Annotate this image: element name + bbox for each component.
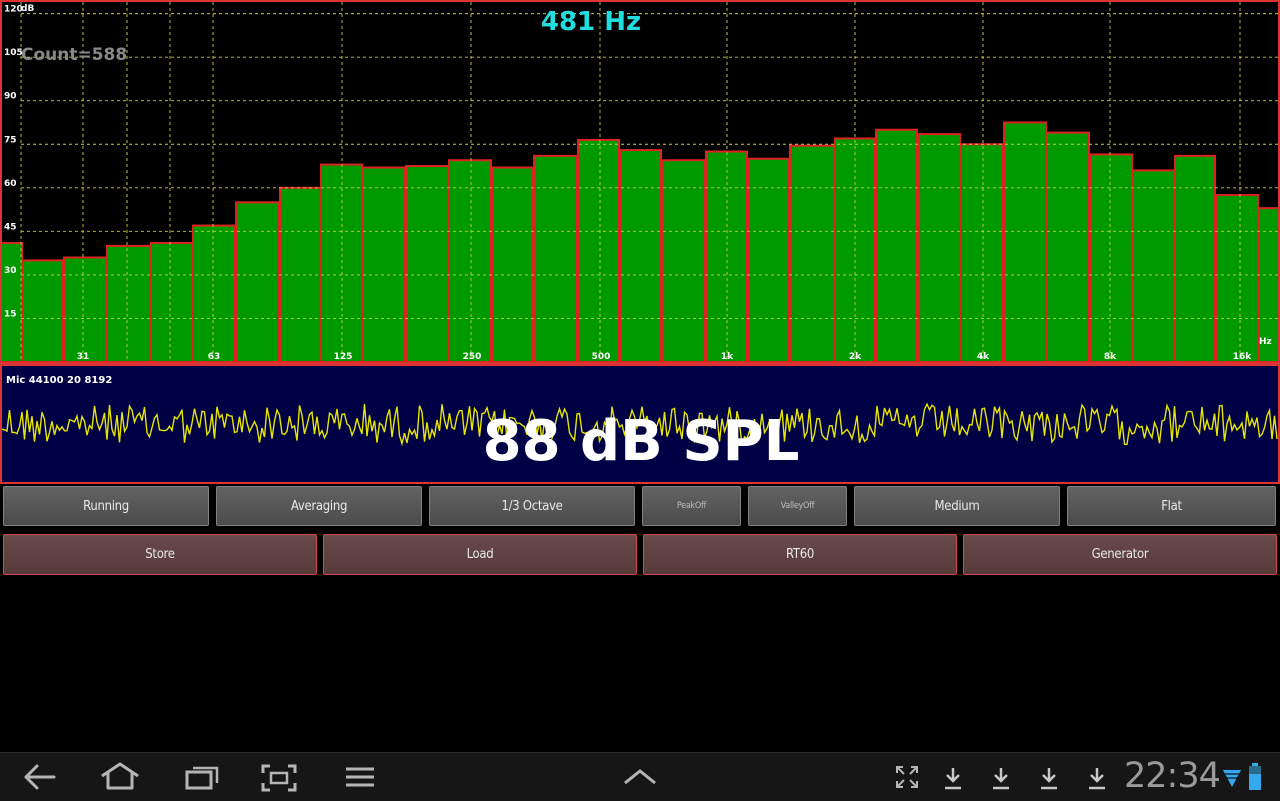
- x-tick-label: 4k: [977, 352, 990, 362]
- generator-button[interactable]: Generator: [963, 534, 1277, 575]
- count-label: Count=588: [21, 45, 127, 65]
- download-icon: [945, 768, 961, 790]
- recent-apps-icon[interactable]: [184, 763, 220, 791]
- spectrum-bar: [63, 256, 107, 363]
- x-tick-label: 500: [592, 352, 611, 362]
- spectrum-bar: [533, 154, 578, 363]
- peak-frequency: 481 Hz: [541, 7, 641, 37]
- spectrum-bar: [192, 224, 236, 363]
- home-icon[interactable]: [99, 761, 141, 791]
- y-tick-label: 75: [4, 135, 17, 145]
- spectrum-bar: [661, 159, 706, 363]
- spectrum-bar: [22, 259, 64, 363]
- spectrum-bar: [619, 149, 662, 363]
- y-tick-label: 45: [4, 222, 17, 232]
- screenshot-icon[interactable]: [260, 763, 298, 793]
- load-button[interactable]: Load: [323, 534, 637, 575]
- back-icon[interactable]: [22, 763, 58, 791]
- spectrum-bar: [705, 150, 748, 363]
- octave-button[interactable]: 1/3 Octave: [429, 486, 635, 526]
- spectrum-bar: [577, 138, 620, 363]
- valley-off-button[interactable]: ValleyOff: [748, 486, 847, 526]
- input-info: Mic 44100 20 8192: [6, 375, 112, 386]
- up-arrow-icon[interactable]: [622, 767, 658, 787]
- x-tick-label: 63: [208, 352, 221, 362]
- y-tick-label: 90: [4, 92, 17, 102]
- x-tick-label: 16k: [1233, 352, 1253, 362]
- spectrum-bar: [491, 166, 534, 363]
- spectrum-bar: [235, 201, 280, 363]
- y-tick-label: 105: [4, 48, 23, 58]
- x-axis-unit: Hz: [1259, 337, 1272, 347]
- x-tick-label: 125: [334, 352, 353, 362]
- spectrum-bar: [0, 241, 23, 363]
- spectrum-bar: [106, 244, 151, 364]
- weighting-button[interactable]: Flat: [1067, 486, 1276, 526]
- spectrum-bar: [1174, 154, 1216, 363]
- speed-button[interactable]: Medium: [854, 486, 1060, 526]
- system-navigation-bar: [0, 752, 1280, 801]
- clock: 22:34: [1124, 756, 1221, 796]
- y-tick-label: 15: [4, 309, 17, 319]
- peak-off-button[interactable]: PeakOff: [642, 486, 741, 526]
- spectrum-chart: 120 105 90 75 60 45 30 15 31 63 125 250 500 1k 2k 4k 8k…: [0, 0, 1280, 364]
- spectrum-bar: [917, 133, 961, 363]
- spectrum-bar: [960, 143, 1004, 363]
- y-tick-label: 120: [4, 5, 23, 15]
- spectrum-bar: [1089, 153, 1133, 363]
- spectrum-bar: [1046, 131, 1090, 363]
- spl-readout: 88 dB SPL: [483, 409, 800, 474]
- fullscreen-icon: [896, 766, 918, 788]
- y-axis-unit: dB: [21, 4, 34, 14]
- waveform-panel: Mic 44100 20 8192 88 dB SPL: [0, 364, 1280, 484]
- running-button[interactable]: Running: [3, 486, 209, 526]
- spectrum-bar: [747, 157, 790, 363]
- averaging-button[interactable]: Averaging: [216, 486, 422, 526]
- x-tick-label: 2k: [849, 352, 862, 362]
- spectrum-bar: [362, 166, 406, 363]
- download-icon: [1041, 768, 1057, 790]
- wifi-icon: [1223, 770, 1241, 787]
- spectrum-bar: [1003, 121, 1047, 363]
- x-tick-label: 31: [77, 352, 90, 362]
- download-icon: [993, 768, 1009, 790]
- y-tick-label: 60: [4, 179, 17, 189]
- rt60-button[interactable]: RT60: [643, 534, 957, 575]
- battery-icon: [1249, 763, 1261, 790]
- y-tick-label: 30: [4, 266, 17, 276]
- store-button[interactable]: Store: [3, 534, 317, 575]
- spectrum-bar: [1132, 169, 1175, 363]
- spectrum-bar: [150, 241, 193, 363]
- menu-icon[interactable]: [344, 765, 376, 789]
- spectrum-bar: [320, 163, 363, 363]
- spectrum-bar: [875, 128, 918, 363]
- spectrum-bar: [1215, 194, 1259, 363]
- x-tick-label: 250: [463, 352, 482, 362]
- spectrum-bar: [405, 165, 449, 363]
- x-tick-label: 1k: [721, 352, 734, 362]
- x-tick-label: 8k: [1104, 352, 1117, 362]
- spectrum-bar: [789, 144, 835, 363]
- download-icon: [1089, 768, 1105, 790]
- spectrum-bar: [448, 159, 492, 363]
